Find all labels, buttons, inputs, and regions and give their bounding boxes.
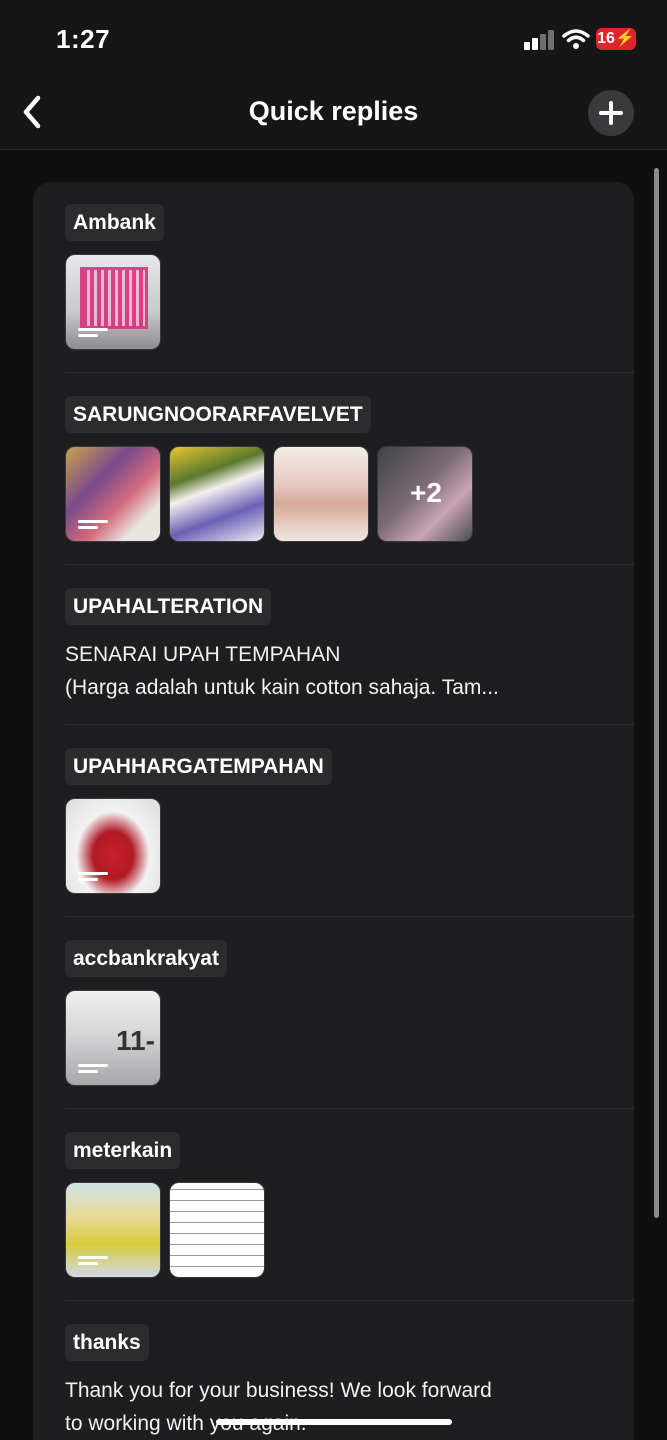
battery-icon: 16⚡ [596,28,636,50]
more-count: +2 [410,477,442,508]
battery-level: 16 [597,30,615,47]
reply-message: Thank you for your business! We look for… [65,1374,634,1440]
image-thumbnail[interactable] [169,446,265,542]
reply-shortcut: SARUNGNOORARFAVELVET [65,396,371,433]
page-title: Quick replies [248,96,419,126]
divider [65,1108,634,1109]
reply-shortcut: UPAHHARGATEMPAHAN [65,748,332,785]
divider [65,1300,634,1301]
reply-shortcut: Ambank [65,204,164,241]
divider [65,916,634,917]
reply-shortcut: UPAHALTERATION [65,588,272,625]
reply-shortcut: meterkain [65,1132,181,1169]
image-thumbnail[interactable] [65,446,161,542]
divider [65,724,634,725]
image-thumbnail[interactable] [273,446,369,542]
qr-code-image[interactable] [65,254,161,350]
reply-shortcut: accbankrakyat [65,940,227,977]
nav-bar: Quick replies [0,80,667,150]
reply-shortcut: thanks [65,1324,149,1361]
cellular-signal-icon [524,30,556,50]
reply-message-line: SENARAI UPAH TEMPAHAN [65,643,341,666]
wifi-icon [562,29,590,49]
image-thumbnail[interactable] [169,1182,265,1278]
add-quick-reply-button[interactable] [588,90,634,136]
list-item[interactable]: SARUNGNOORARFAVELVET +2 [65,396,634,566]
list-item[interactable]: Ambank [65,204,634,374]
home-indicator[interactable] [216,1419,452,1425]
list-item[interactable]: accbankrakyat 11- [65,940,634,1110]
status-bar: 1:27 16⚡ [0,0,667,80]
reply-message-line: (Harga adalah untuk kain cotton sahaja. … [65,676,499,699]
image-thumbnail[interactable] [65,798,161,894]
image-thumbnail[interactable]: 11- [65,990,161,1086]
list-item[interactable]: meterkain [65,1132,634,1302]
list-item[interactable]: UPAHHARGATEMPAHAN [65,748,634,918]
list-item[interactable]: UPAHALTERATION SENARAI UPAH TEMPAHAN (Ha… [65,588,634,718]
reply-message: SENARAI UPAH TEMPAHAN (Harga adalah untu… [65,638,634,704]
image-thumbnail[interactable] [65,1182,161,1278]
divider [65,372,634,373]
divider [65,564,634,565]
more-media-thumbnail[interactable]: +2 [377,446,473,542]
scrollbar[interactable] [654,168,659,1218]
quick-replies-list: Ambank SARUNGNOORARFAVELVET +2 UPAHALTER… [33,182,634,1440]
reply-message-line: Thank you for your business! We look for… [65,1379,492,1402]
thumbnail-text: 11- [116,1025,155,1056]
status-time: 1:27 [56,24,111,54]
